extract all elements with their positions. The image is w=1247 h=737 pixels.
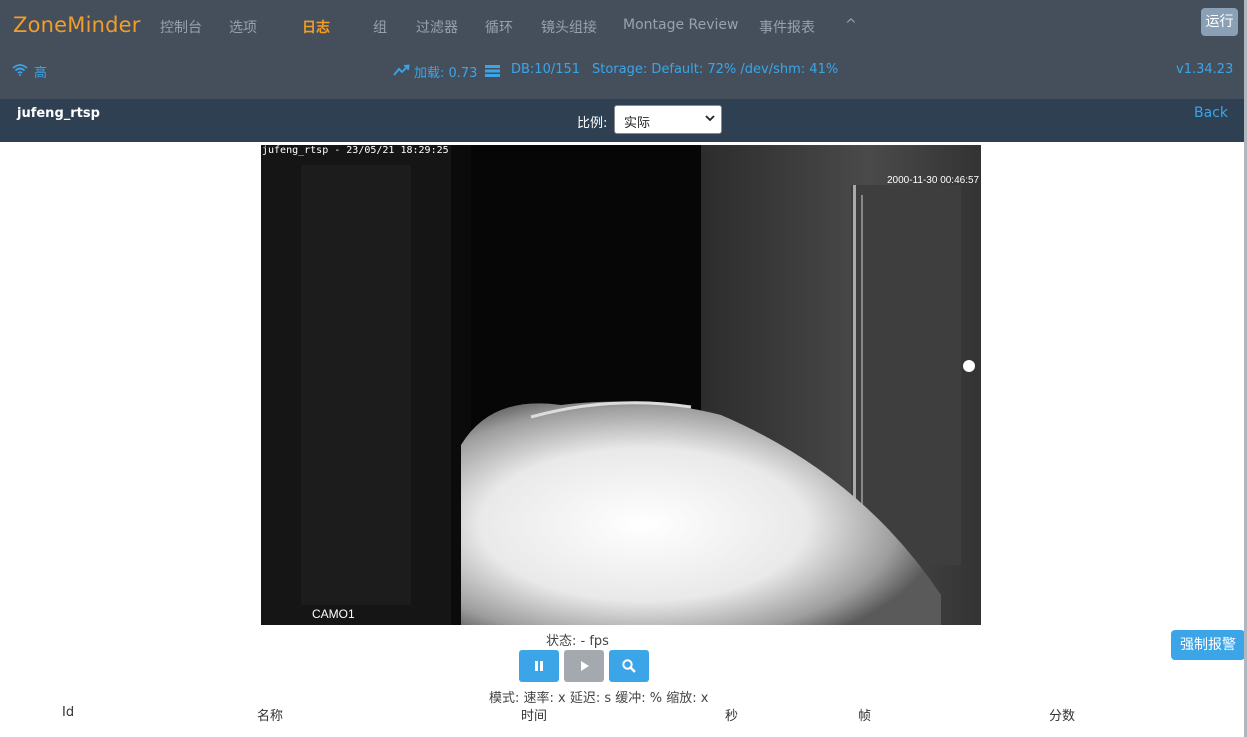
scale-select[interactable]: 实际 (614, 105, 722, 134)
db-readout: DB:10/151 (511, 62, 581, 77)
nav-montage-review[interactable]: Montage Review (623, 17, 739, 33)
column-header-score[interactable]: 分数 (1049, 705, 1075, 724)
column-header-frames[interactable]: 帧 (858, 705, 871, 724)
overlay-timestamp-top-right: 2000-11-30 00:46:57 (887, 175, 980, 186)
brand-logo[interactable]: ZoneMinder (13, 13, 141, 37)
nav-log[interactable]: 日志 (302, 17, 330, 37)
zoom-button[interactable] (609, 650, 649, 682)
live-stream-image[interactable]: jufeng_rtsp - 23/05/21 18:29:25 2000-11-… (261, 145, 981, 625)
run-state-button[interactable]: 运行 (1201, 8, 1238, 36)
play-button[interactable] (564, 650, 604, 682)
nav-options[interactable]: 选项 (229, 17, 257, 37)
force-alarm-button[interactable]: 强制报警 (1171, 630, 1245, 660)
scale-label: 比例: (577, 116, 608, 131)
play-icon (581, 661, 589, 671)
nav-filters[interactable]: 过滤器 (416, 17, 458, 37)
scale-select-value: 实际 (624, 116, 651, 131)
nav-console[interactable]: 控制台 (160, 17, 202, 37)
database-icon (485, 64, 500, 82)
monitor-name: jufeng_rtsp (17, 106, 100, 121)
monitor-header: jufeng_rtsp 比例: 实际 Back (0, 99, 1247, 142)
overlay-camera-label: CAMO1 (312, 607, 355, 621)
chevron-down-icon (705, 112, 715, 125)
stream-mode-info: 模式: 速率: x 延迟: s 缓冲: % 缩放: x (489, 691, 709, 706)
nav-montage[interactable]: 镜头组接 (541, 17, 597, 37)
zoom-icon (622, 659, 636, 673)
trending-up-icon (393, 63, 410, 81)
bandwidth-label[interactable]: 高 (34, 62, 47, 81)
version-label: v1.34.23 (1176, 62, 1234, 77)
nav-collapse-chevron-icon[interactable]: ^ (845, 17, 857, 33)
overlay-timestamp-top-left: jufeng_rtsp - 23/05/21 18:29:25 (262, 145, 449, 156)
nav-event-report[interactable]: 事件报表 (759, 17, 815, 37)
nav-cycle[interactable]: 循环 (485, 17, 513, 37)
pause-icon (535, 661, 543, 671)
back-link[interactable]: Back (1194, 105, 1228, 121)
column-header-seconds[interactable]: 秒 (725, 705, 738, 724)
nav-groups[interactable]: 组 (373, 17, 387, 37)
status-bar: 高 加载: 0.73 DB:10/151 Storage: Default: 7… (0, 50, 1247, 99)
top-navbar: ZoneMinder 控制台 选项 日志 组 过滤器 循环 镜头组接 Monta… (0, 0, 1247, 50)
wifi-icon (12, 63, 28, 81)
column-header-name[interactable]: 名称 (257, 705, 283, 724)
column-header-id[interactable]: Id (62, 705, 74, 720)
stream-status: 状态: - fps (546, 634, 609, 649)
column-header-time[interactable]: 时间 (521, 705, 547, 724)
pause-button[interactable] (519, 650, 559, 682)
storage-readout: Storage: Default: 72% /dev/shm: 41% (592, 62, 839, 77)
load-readout: 加载: 0.73 (414, 66, 478, 81)
camera-frame (261, 145, 981, 625)
